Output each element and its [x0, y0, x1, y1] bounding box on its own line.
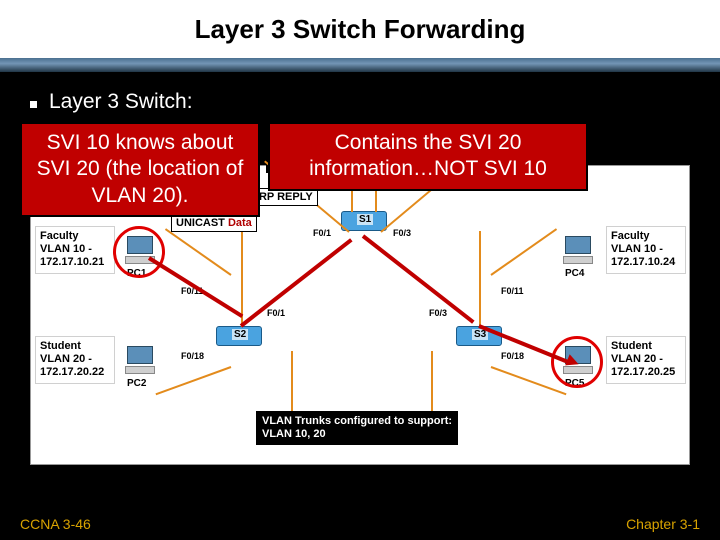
footer: CCNA 3-46 Chapter 3-1 — [20, 516, 700, 532]
pc4-ip: 172.17.10.24 — [611, 256, 675, 268]
trunk-label: VLAN Trunks configured to support: VLAN … — [256, 411, 458, 445]
unicast-data: Data — [228, 217, 252, 229]
pc5-name: Student — [611, 340, 652, 352]
pc2-info: Student VLAN 20 - 172.17.20.22 — [35, 336, 115, 384]
pc1-ip: 172.17.10.21 — [40, 256, 104, 268]
bullet-icon — [30, 101, 37, 108]
port-f018l: F0/18 — [181, 351, 204, 361]
bullet-item: Layer 3 Switch: — [20, 90, 700, 114]
port-f01b: F0/1 — [267, 308, 285, 318]
pc1-name: Faculty — [40, 230, 79, 242]
callout-svi10: SVI 10 knows about SVI 20 (the location … — [20, 122, 260, 217]
switch-s2-label: S2 — [232, 329, 248, 340]
pc2-icon — [123, 346, 157, 376]
title-bar: Layer 3 Switch Forwarding — [0, 0, 720, 58]
pc1-vlan: VLAN 10 - — [40, 243, 92, 255]
pc4-info: Faculty VLAN 10 - 172.17.10.24 — [606, 226, 686, 274]
pc1-info: Faculty VLAN 10 - 172.17.10.21 — [35, 226, 115, 274]
pc4-name: Faculty — [611, 230, 650, 242]
pc4-label: PC4 — [565, 268, 584, 279]
pc5-vlan: VLAN 20 - — [611, 353, 663, 365]
callout-svi20: Contains the SVI 20 information…NOT SVI … — [268, 122, 588, 191]
gradient-divider — [0, 58, 720, 72]
bullet-text: Layer 3 Switch: — [49, 90, 193, 114]
path-seg2 — [240, 238, 353, 327]
pc1-highlight-circle — [113, 226, 165, 278]
pc4-icon — [561, 236, 595, 266]
pc2-name: Student — [40, 340, 81, 352]
pc2-label: PC2 — [127, 378, 146, 389]
pc5-info: Student VLAN 20 - 172.17.20.25 — [606, 336, 686, 384]
footer-right: Chapter 3-1 — [626, 516, 700, 532]
path-seg3 — [362, 234, 475, 323]
callout-row: SVI 10 knows about SVI 20 (the location … — [20, 122, 700, 217]
path-seg1 — [148, 256, 243, 318]
port-f018r: F0/18 — [501, 351, 524, 361]
unicast-prefix: UNICAST — [176, 217, 228, 229]
content-area: Layer 3 Switch: SVI 10 knows about SVI 2… — [0, 72, 720, 114]
pc2-ip: 172.17.20.22 — [40, 366, 104, 378]
pc4-vlan: VLAN 10 - — [611, 243, 663, 255]
port-f03b: F0/3 — [429, 308, 447, 318]
footer-left: CCNA 3-46 — [20, 516, 91, 532]
port-f01: F0/1 — [313, 228, 331, 238]
slide-title: Layer 3 Switch Forwarding — [195, 14, 526, 45]
port-f011r: F0/11 — [501, 286, 524, 296]
port-f03: F0/3 — [393, 228, 411, 238]
pc5-ip: 172.17.20.25 — [611, 366, 675, 378]
pc2-vlan: VLAN 20 - — [40, 353, 92, 365]
